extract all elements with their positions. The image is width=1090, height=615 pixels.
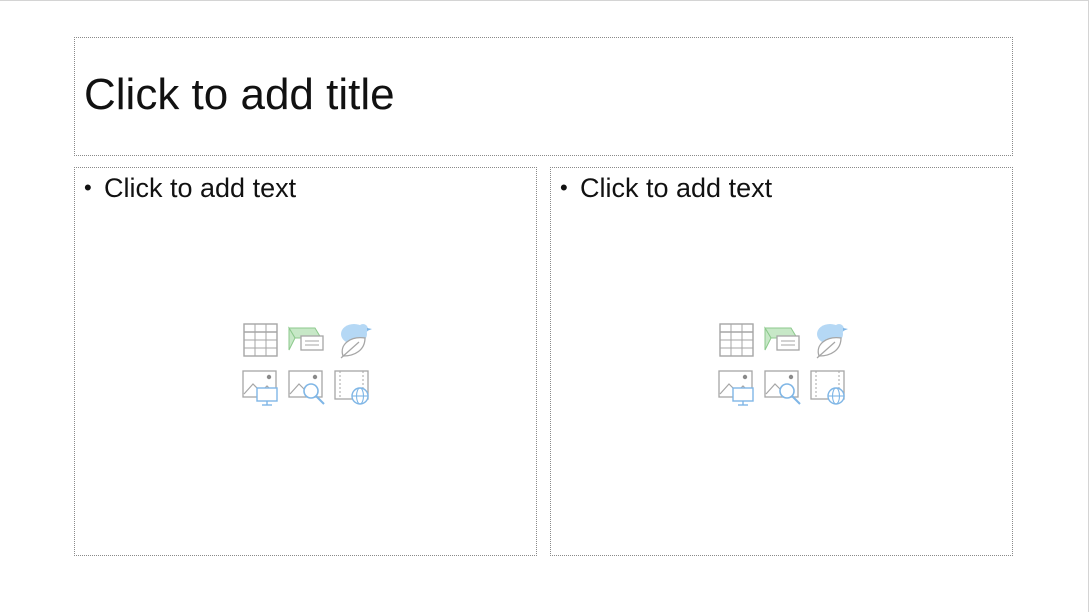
content-placeholder-left[interactable]: • Click to add text: [74, 167, 537, 556]
insert-picture-icon[interactable]: [717, 368, 757, 408]
insert-picture-icon[interactable]: [241, 368, 281, 408]
content-placeholder-right[interactable]: • Click to add text: [550, 167, 1013, 556]
insert-online-picture-icon[interactable]: [287, 368, 327, 408]
bullet-icon: •: [84, 175, 92, 200]
insert-video-icon[interactable]: [809, 368, 849, 408]
title-placeholder[interactable]: Click to add title: [74, 37, 1013, 156]
insert-table-icon[interactable]: [717, 320, 757, 360]
insert-video-icon[interactable]: [333, 368, 373, 408]
insert-smartart-icon[interactable]: [809, 320, 849, 360]
slide-canvas: Click to add title • Click to add text •…: [0, 0, 1089, 612]
insert-chart-icon[interactable]: [287, 320, 327, 360]
title-placeholder-text: Click to add title: [84, 70, 395, 119]
insert-table-icon[interactable]: [241, 320, 281, 360]
bullet-icon: •: [560, 175, 568, 200]
insert-online-picture-icon[interactable]: [763, 368, 803, 408]
insert-icons-left: [241, 320, 377, 412]
insert-smartart-icon[interactable]: [333, 320, 373, 360]
text-placeholder-right: Click to add text: [580, 173, 773, 203]
insert-chart-icon[interactable]: [763, 320, 803, 360]
insert-icons-right: [717, 320, 853, 412]
text-placeholder-left: Click to add text: [104, 173, 297, 203]
bullet-line-right: • Click to add text: [560, 172, 772, 204]
bullet-line-left: • Click to add text: [84, 172, 296, 204]
